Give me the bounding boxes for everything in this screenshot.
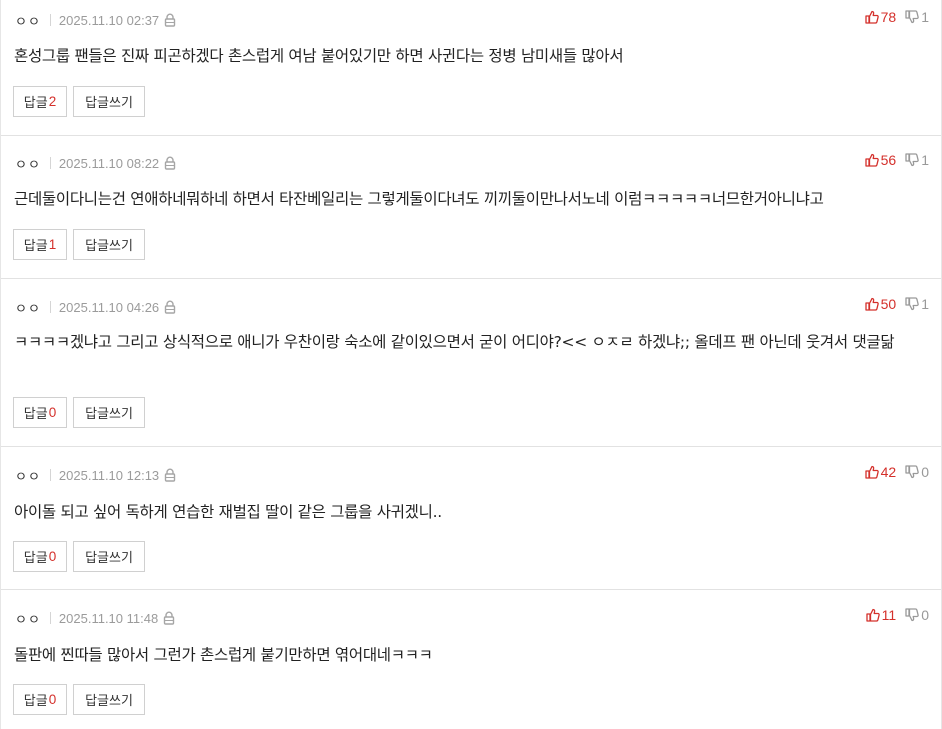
downvote-button[interactable]: 1 xyxy=(905,296,929,312)
write-reply-button[interactable]: 답글쓰기 xyxy=(73,86,145,117)
upvote-count: 50 xyxy=(880,296,897,312)
lock-icon xyxy=(164,468,176,482)
thumbs-up-icon xyxy=(866,608,882,622)
comment-meta: ㅇㅇ 2025.11.10 08:22 xyxy=(15,154,176,173)
write-reply-button[interactable]: 답글쓰기 xyxy=(73,684,145,715)
reply-count: 0 xyxy=(48,692,57,707)
comment-item: ㅇㅇ 2025.11.10 11:48 11 0 돌판에 찐따들 많아서 그런가… xyxy=(1,590,941,729)
thumbs-down-icon xyxy=(905,465,921,479)
thumbs-up-icon xyxy=(864,153,881,167)
upvote-button[interactable]: 42 xyxy=(864,464,897,480)
downvote-count: 1 xyxy=(921,9,929,25)
author-nickname[interactable]: ㅇㅇ xyxy=(15,154,41,173)
reply-label: 답글 xyxy=(23,239,48,254)
comment-actions: 답글 1 답글쓰기 xyxy=(13,229,145,260)
reply-count: 2 xyxy=(48,94,57,109)
downvote-button[interactable]: 0 xyxy=(905,607,929,623)
downvote-count: 1 xyxy=(921,296,929,312)
meta-divider xyxy=(49,157,51,169)
author-nickname[interactable]: ㅇㅇ xyxy=(15,11,41,30)
upvote-button[interactable]: 50 xyxy=(864,296,897,312)
vote-box: 42 0 xyxy=(864,464,929,480)
comment-text: 아이돌 되고 싶어 독하게 연습한 재벌집 딸이 같은 그룹을 사귀겠니.. xyxy=(14,503,442,521)
comment-meta: ㅇㅇ 2025.11.10 11:48 xyxy=(15,609,175,628)
comment-date: 2025.11.10 04:26 xyxy=(58,299,160,315)
comment-item: ㅇㅇ 2025.11.10 12:13 42 0 아이돌 되고 싶어 독하게 연… xyxy=(1,447,941,590)
thumbs-down-icon xyxy=(905,153,921,167)
comment-item: ㅇㅇ 2025.11.10 04:26 50 1 ㅋㅋㅋㅋ겠냐고 그리고 상식적… xyxy=(1,279,941,447)
upvote-count: 78 xyxy=(880,9,897,25)
lock-icon xyxy=(164,13,176,27)
comment-text: ㅋㅋㅋㅋ겠냐고 그리고 상식적으로 애니가 우찬이랑 숙소에 같이있으면서 굳이… xyxy=(14,333,895,351)
thumbs-down-icon xyxy=(905,608,921,622)
downvote-button[interactable]: 1 xyxy=(905,152,929,168)
lock-icon xyxy=(164,156,176,170)
comment-date: 2025.11.10 08:22 xyxy=(58,155,160,171)
author-nickname[interactable]: ㅇㅇ xyxy=(15,298,41,317)
thumbs-up-icon xyxy=(864,297,881,311)
downvote-button[interactable]: 0 xyxy=(905,464,929,480)
comment-item: ㅇㅇ 2025.11.10 02:37 78 1 혼성그룹 팬들은 진짜 피곤하… xyxy=(1,0,941,136)
comment-meta: ㅇㅇ 2025.11.10 04:26 xyxy=(15,298,176,317)
upvote-count: 11 xyxy=(881,607,897,623)
downvote-count: 0 xyxy=(921,607,929,623)
downvote-count: 0 xyxy=(921,464,929,480)
upvote-button[interactable]: 56 xyxy=(864,152,897,168)
comment-actions: 답글 0 답글쓰기 xyxy=(13,684,145,715)
upvote-count: 42 xyxy=(880,464,897,480)
comment-date: 2025.11.10 02:37 xyxy=(58,12,160,28)
reply-toggle-button[interactable]: 답글 0 xyxy=(13,684,67,715)
comment-text: 돌판에 찐따들 많아서 그런가 촌스럽게 붙기만하면 엮어대네ㅋㅋㅋ xyxy=(14,646,433,664)
write-reply-button[interactable]: 답글쓰기 xyxy=(73,541,145,572)
upvote-count: 56 xyxy=(880,152,897,168)
reply-label: 답글 xyxy=(23,551,48,566)
reply-toggle-button[interactable]: 답글 1 xyxy=(13,229,67,260)
downvote-count: 1 xyxy=(921,152,929,168)
write-reply-button[interactable]: 답글쓰기 xyxy=(73,397,145,428)
upvote-button[interactable]: 11 xyxy=(866,607,897,623)
reply-count: 0 xyxy=(48,405,57,420)
meta-divider xyxy=(49,14,51,26)
author-nickname[interactable]: ㅇㅇ xyxy=(15,466,41,485)
comment-text: 혼성그룹 팬들은 진짜 피곤하겠다 촌스럽게 여남 붙어있기만 하면 사귄다는 … xyxy=(14,47,624,65)
comment-meta: ㅇㅇ 2025.11.10 12:13 xyxy=(15,466,176,485)
comment-text: 근데둘이다니는건 연애하네뭐하네 하면서 타잔베일리는 그렇게둘이다녀도 끼끼둘… xyxy=(14,190,824,208)
reply-count: 0 xyxy=(48,549,57,564)
comment-date: 2025.11.10 11:48 xyxy=(58,610,159,626)
vote-box: 78 1 xyxy=(864,9,929,25)
reply-label: 답글 xyxy=(23,407,48,422)
meta-divider xyxy=(49,301,51,313)
reply-label: 답글 xyxy=(23,96,48,111)
comment-item: ㅇㅇ 2025.11.10 08:22 56 1 근데둘이다니는건 연애하네뭐하… xyxy=(1,136,941,279)
thumbs-up-icon xyxy=(864,10,881,24)
comment-meta: ㅇㅇ 2025.11.10 02:37 xyxy=(15,11,176,30)
write-reply-button[interactable]: 답글쓰기 xyxy=(73,229,145,260)
comment-actions: 답글 0 답글쓰기 xyxy=(13,397,145,428)
meta-divider xyxy=(49,612,51,624)
thumbs-up-icon xyxy=(864,465,881,479)
thumbs-down-icon xyxy=(905,10,921,24)
meta-divider xyxy=(49,469,51,481)
reply-toggle-button[interactable]: 답글 0 xyxy=(13,541,67,572)
comment-list: ㅇㅇ 2025.11.10 02:37 78 1 혼성그룹 팬들은 진짜 피곤하… xyxy=(0,0,942,729)
comment-actions: 답글 0 답글쓰기 xyxy=(13,541,145,572)
reply-toggle-button[interactable]: 답글 2 xyxy=(13,86,67,117)
reply-toggle-button[interactable]: 답글 0 xyxy=(13,397,67,428)
reply-count: 1 xyxy=(48,237,57,252)
comment-date: 2025.11.10 12:13 xyxy=(58,467,160,483)
downvote-button[interactable]: 1 xyxy=(905,9,929,25)
author-nickname[interactable]: ㅇㅇ xyxy=(15,609,41,628)
vote-box: 50 1 xyxy=(864,296,929,312)
reply-label: 답글 xyxy=(23,694,48,709)
lock-icon xyxy=(164,300,176,314)
vote-box: 11 0 xyxy=(866,607,929,623)
lock-icon xyxy=(163,611,175,625)
vote-box: 56 1 xyxy=(864,152,929,168)
thumbs-down-icon xyxy=(905,297,921,311)
upvote-button[interactable]: 78 xyxy=(864,9,897,25)
comment-actions: 답글 2 답글쓰기 xyxy=(13,86,145,117)
